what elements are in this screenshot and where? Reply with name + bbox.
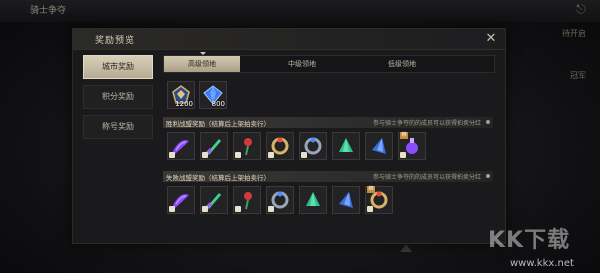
bound-icon bbox=[268, 206, 274, 212]
tab-label: 中级领地 bbox=[288, 60, 316, 68]
reward-item-slot[interactable] bbox=[332, 186, 360, 214]
section-title: 胜利战盟奖励（结算后上架拍卖行） bbox=[166, 120, 270, 128]
tab-label: 低级领地 bbox=[388, 60, 416, 68]
green-shard-icon bbox=[339, 138, 353, 152]
reward-content: 高级领地 中级领地 低级领地 1200 800 胜利战盟奖励（结算后上架拍卖行）… bbox=[163, 52, 495, 239]
sidebar-item-title-rewards[interactable]: 称号奖励 bbox=[83, 115, 153, 139]
section-note: 参与骑士争夺的的成员可以获得拍卖分红 bbox=[372, 120, 481, 127]
green-shard-icon bbox=[306, 192, 320, 206]
sidebar-item-label: 积分奖励 bbox=[102, 92, 134, 101]
background-rank-text: 冠军 bbox=[570, 71, 586, 80]
bound-icon bbox=[202, 206, 208, 212]
top-bar: 骑士争夺 bbox=[0, 0, 600, 22]
exit-icon[interactable]: ⎋ bbox=[574, 2, 588, 16]
watermark-url: www.kkx.net bbox=[510, 258, 574, 269]
tab-high-territory[interactable]: 高级领地 bbox=[164, 52, 240, 72]
reward-item-slot[interactable] bbox=[167, 132, 195, 160]
background-title: 骑士争夺 bbox=[30, 6, 67, 16]
dialog-header: 奖励预览 ✕ bbox=[73, 29, 505, 50]
info-icon bbox=[486, 120, 490, 124]
section-title: 失败战盟奖励（结算后上架拍卖行） bbox=[166, 174, 270, 182]
territory-tabs: 高级领地 中级领地 低级领地 bbox=[163, 52, 495, 73]
reward-item-slot[interactable] bbox=[200, 132, 228, 160]
up-arrow-icon bbox=[400, 244, 412, 252]
sidebar-item-city-rewards[interactable]: 城市奖励 bbox=[83, 55, 153, 79]
tab-mid-territory[interactable]: 中级领地 bbox=[264, 56, 340, 72]
bound-icon bbox=[169, 152, 175, 158]
bound-icon bbox=[301, 152, 307, 158]
section-note: 参与骑士争夺的的成员可以获得拍卖分红 bbox=[372, 174, 481, 181]
reward-item-slot[interactable] bbox=[200, 186, 228, 214]
reward-preview-dialog: 奖励预览 ✕ 城市奖励 积分奖励 称号奖励 高级领地 中级领地 低级领地 120… bbox=[72, 28, 506, 244]
close-button[interactable]: ✕ bbox=[483, 31, 499, 47]
victory-rewards-header: 胜利战盟奖励（结算后上架拍卖行） 参与骑士争夺的的成员可以获得拍卖分红 bbox=[163, 117, 493, 128]
blue-shard-icon bbox=[339, 192, 353, 208]
reward-category-sidebar: 城市奖励 积分奖励 称号奖励 bbox=[83, 55, 153, 145]
reward-item-slot[interactable] bbox=[266, 132, 294, 160]
reward-item-slot[interactable]: 绑 bbox=[398, 132, 426, 160]
reward-item-slot[interactable] bbox=[266, 186, 294, 214]
tab-low-territory[interactable]: 低级领地 bbox=[364, 56, 440, 72]
sidebar-item-label: 城市奖励 bbox=[102, 62, 134, 71]
reward-item-slot[interactable]: 绑 bbox=[365, 186, 393, 214]
reward-item-slot[interactable]: 800 bbox=[199, 81, 227, 109]
reward-item-slot[interactable] bbox=[233, 132, 261, 160]
item-count: 1200 bbox=[175, 100, 193, 108]
reward-item-slot[interactable] bbox=[332, 132, 360, 160]
bound-icon bbox=[235, 206, 241, 212]
watermark-logo: KK下载 bbox=[488, 228, 571, 253]
bound-icon bbox=[202, 152, 208, 158]
active-tab-marker bbox=[200, 52, 206, 55]
background-status-text: 待开启 bbox=[562, 29, 586, 38]
bound-icon bbox=[235, 152, 241, 158]
bound-icon bbox=[400, 152, 406, 158]
bound-icon bbox=[268, 152, 274, 158]
tab-label: 高级领地 bbox=[188, 60, 216, 68]
defeat-rewards-header: 失败战盟奖励（结算后上架拍卖行） 参与骑士争夺的的成员可以获得拍卖分红 bbox=[163, 171, 493, 182]
blue-shard-icon bbox=[372, 138, 386, 154]
info-icon bbox=[486, 174, 490, 178]
reward-item-slot[interactable]: 1200 bbox=[167, 81, 195, 109]
dialog-title: 奖励预览 bbox=[95, 36, 136, 46]
item-count: 800 bbox=[211, 100, 225, 108]
reward-item-slot[interactable] bbox=[299, 132, 327, 160]
reward-item-slot[interactable] bbox=[365, 132, 393, 160]
bound-icon bbox=[169, 206, 175, 212]
sidebar-item-label: 称号奖励 bbox=[102, 122, 134, 131]
reward-item-slot[interactable] bbox=[233, 186, 261, 214]
bound-icon bbox=[367, 206, 373, 212]
sidebar-item-points-rewards[interactable]: 积分奖励 bbox=[83, 85, 153, 109]
reward-item-slot[interactable] bbox=[167, 186, 195, 214]
watermark: KK下载 www.kkx.net bbox=[488, 222, 584, 269]
reward-item-slot[interactable] bbox=[299, 186, 327, 214]
